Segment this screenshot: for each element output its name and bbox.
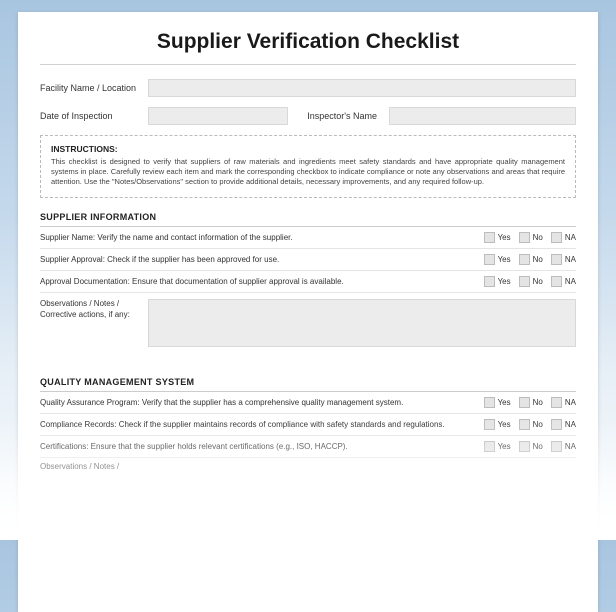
opt-yes-label: Yes xyxy=(498,277,511,286)
checklist-item: Supplier Name: Verify the name and conta… xyxy=(40,227,576,249)
opt-yes-label: Yes xyxy=(498,420,511,429)
option-group: Yes No NA xyxy=(484,276,576,287)
item-text: Quality Assurance Program: Verify that t… xyxy=(40,398,484,408)
checklist-item: Compliance Records: Check if the supplie… xyxy=(40,414,576,436)
inspector-input[interactable] xyxy=(389,107,576,125)
date-inspector-row: Date of Inspection Inspector's Name xyxy=(40,107,576,125)
item-text: Approval Documentation: Ensure that docu… xyxy=(40,277,484,287)
document-page: Supplier Verification Checklist Facility… xyxy=(18,12,598,612)
instructions-body: This checklist is designed to verify tha… xyxy=(51,157,565,187)
opt-yes-label: Yes xyxy=(498,442,511,451)
checkbox-yes[interactable] xyxy=(484,441,495,452)
checkbox-yes[interactable] xyxy=(484,232,495,243)
option-group: Yes No NA xyxy=(484,441,576,452)
checkbox-no[interactable] xyxy=(519,232,530,243)
checkbox-na[interactable] xyxy=(551,254,562,265)
checkbox-na[interactable] xyxy=(551,232,562,243)
facility-row: Facility Name / Location xyxy=(40,79,576,97)
notes-label: Observations / Notes / Corrective action… xyxy=(40,299,140,347)
date-input[interactable] xyxy=(148,107,288,125)
checklist-item: Approval Documentation: Ensure that docu… xyxy=(40,271,576,293)
opt-no-label: No xyxy=(533,420,543,429)
opt-na-label: NA xyxy=(565,255,576,264)
checkbox-no[interactable] xyxy=(519,254,530,265)
section-title-supplier-info: SUPPLIER INFORMATION xyxy=(40,212,576,227)
option-group: Yes No NA xyxy=(484,397,576,408)
inspector-label: Inspector's Name xyxy=(296,111,381,121)
checkbox-yes[interactable] xyxy=(484,276,495,287)
date-label: Date of Inspection xyxy=(40,111,140,121)
checkbox-yes[interactable] xyxy=(484,419,495,430)
notes-input[interactable] xyxy=(148,299,576,347)
item-text: Supplier Approval: Check if the supplier… xyxy=(40,255,484,265)
checklist-item: Certifications: Ensure that the supplier… xyxy=(40,436,576,458)
opt-yes-label: Yes xyxy=(498,398,511,407)
opt-na-label: NA xyxy=(565,277,576,286)
opt-no-label: No xyxy=(533,442,543,451)
opt-na-label: NA xyxy=(565,442,576,451)
checkbox-no[interactable] xyxy=(519,397,530,408)
notes-label-truncated: Observations / Notes / xyxy=(40,462,140,472)
checkbox-no[interactable] xyxy=(519,276,530,287)
item-text: Supplier Name: Verify the name and conta… xyxy=(40,233,484,243)
checklist-item: Quality Assurance Program: Verify that t… xyxy=(40,392,576,414)
option-group: Yes No NA xyxy=(484,232,576,243)
option-group: Yes No NA xyxy=(484,419,576,430)
opt-na-label: NA xyxy=(565,398,576,407)
opt-no-label: No xyxy=(533,255,543,264)
checkbox-no[interactable] xyxy=(519,441,530,452)
checkbox-na[interactable] xyxy=(551,419,562,430)
checkbox-no[interactable] xyxy=(519,419,530,430)
checkbox-na[interactable] xyxy=(551,441,562,452)
opt-na-label: NA xyxy=(565,233,576,242)
facility-input[interactable] xyxy=(148,79,576,97)
instructions-box: INSTRUCTIONS: This checklist is designed… xyxy=(40,135,576,198)
checklist-item: Supplier Approval: Check if the supplier… xyxy=(40,249,576,271)
checkbox-na[interactable] xyxy=(551,397,562,408)
item-text: Certifications: Ensure that the supplier… xyxy=(40,442,484,452)
instructions-heading: INSTRUCTIONS: xyxy=(51,144,565,154)
opt-no-label: No xyxy=(533,233,543,242)
option-group: Yes No NA xyxy=(484,254,576,265)
checkbox-na[interactable] xyxy=(551,276,562,287)
opt-no-label: No xyxy=(533,277,543,286)
opt-no-label: No xyxy=(533,398,543,407)
section-title-qms: QUALITY MANAGEMENT SYSTEM xyxy=(40,377,576,392)
opt-yes-label: Yes xyxy=(498,233,511,242)
page-title: Supplier Verification Checklist xyxy=(40,30,576,54)
opt-na-label: NA xyxy=(565,420,576,429)
item-text: Compliance Records: Check if the supplie… xyxy=(40,420,484,430)
facility-label: Facility Name / Location xyxy=(40,83,140,93)
notes-row: Observations / Notes / xyxy=(40,458,576,484)
notes-row: Observations / Notes / Corrective action… xyxy=(40,293,576,359)
title-divider xyxy=(40,64,576,65)
checkbox-yes[interactable] xyxy=(484,397,495,408)
checkbox-yes[interactable] xyxy=(484,254,495,265)
opt-yes-label: Yes xyxy=(498,255,511,264)
